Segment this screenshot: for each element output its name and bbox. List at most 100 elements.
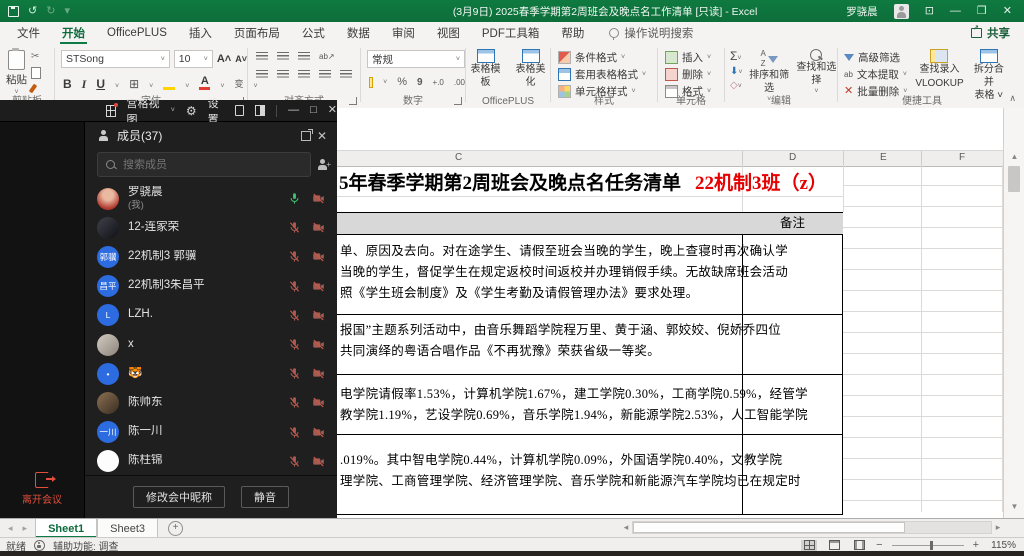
scroll-left-icon[interactable]: ◂	[620, 522, 632, 533]
ribbon-tab[interactable]: PDF工具箱	[471, 22, 551, 44]
cells-button[interactable]: 删除˅	[665, 66, 724, 83]
ribbon-tab[interactable]: 页面布局	[223, 22, 291, 44]
member-row[interactable]: 一川 陈一川	[85, 418, 337, 447]
column-header[interactable]: F	[959, 152, 965, 163]
fill-color-icon[interactable]	[163, 86, 175, 90]
member-row[interactable]: L LZH.	[85, 301, 337, 330]
page-break-view-button[interactable]	[851, 540, 867, 551]
table-body[interactable]: 单、原因及去向。对在途学生、请假至班会当晚的学生，晚上查寝时再次确认学 当晚的学…	[337, 235, 843, 515]
tell-me-search[interactable]: 操作说明搜索	[595, 25, 693, 41]
increase-indent-icon[interactable]	[340, 70, 352, 79]
vertical-scrollbar[interactable]: ▲ ▼	[1003, 108, 1024, 518]
share-button[interactable]: 共享	[971, 25, 1024, 41]
column-header[interactable]: C	[455, 152, 462, 163]
leave-meeting-button[interactable]: 离开会议	[0, 472, 84, 506]
zoom-slider-handle[interactable]	[930, 541, 933, 550]
fullscreen-icon[interactable]	[235, 105, 244, 116]
save-icon[interactable]	[8, 6, 19, 17]
mic-status-icon[interactable]	[288, 426, 301, 439]
mic-status-icon[interactable]	[288, 338, 301, 351]
ribbon-tab[interactable]: 数据	[336, 22, 381, 44]
ribbon-tab[interactable]: 视图	[426, 22, 471, 44]
camera-status-icon[interactable]	[312, 192, 325, 205]
font-color-icon[interactable]: A	[199, 75, 210, 90]
zoom-level[interactable]: 115%	[988, 540, 1016, 551]
decrease-font-icon[interactable]: A˅	[235, 55, 247, 64]
camera-status-icon[interactable]	[312, 221, 325, 234]
ribbon-tab[interactable]: 审阅	[381, 22, 426, 44]
member-row[interactable]: • 🐯	[85, 359, 337, 388]
sheet-tab[interactable]: Sheet3	[97, 519, 158, 538]
cut-icon[interactable]: ✂	[31, 52, 41, 62]
table-row[interactable]: 单、原因及去向。对在途学生、请假至班会当晚的学生，晚上查寝时再次确认学 当晚的学…	[337, 235, 843, 315]
mic-status-icon[interactable]	[288, 250, 301, 263]
next-sheet-icon[interactable]: ▸	[23, 523, 28, 534]
popout-panel-icon[interactable]	[301, 131, 311, 141]
table-row[interactable]: 报国”主题系列活动中，由音乐舞蹈学院程万里、黄于涵、郭姣姣、倪娇乔四位 共同演绎…	[337, 315, 843, 375]
italic-button[interactable]: I	[82, 78, 87, 90]
prev-sheet-icon[interactable]: ◂	[8, 523, 13, 534]
align-center-icon[interactable]	[277, 70, 289, 79]
accounting-format-icon[interactable]	[369, 77, 373, 88]
number-dialog-launcher[interactable]	[454, 97, 462, 105]
style-button[interactable]: 套用表格格式˅	[558, 66, 657, 83]
autosum-icon[interactable]: Σ˅	[730, 50, 742, 63]
percent-style-icon[interactable]: %	[397, 76, 407, 88]
close-button[interactable]: ✕	[1003, 6, 1012, 17]
clear-icon[interactable]: ◇˅	[730, 80, 742, 91]
camera-status-icon[interactable]	[312, 367, 325, 380]
align-left-icon[interactable]	[256, 70, 268, 79]
note-header-cell[interactable]: 备注	[742, 213, 843, 234]
ribbon-tab[interactable]: 开始	[51, 22, 96, 44]
align-right-icon[interactable]	[298, 70, 310, 79]
table-row[interactable]: .019%。其中智电学院0.44%，计算机学院0.09%，外国语学院0.40%，…	[337, 435, 843, 515]
mic-status-icon[interactable]	[288, 367, 301, 380]
normal-view-button[interactable]	[801, 540, 817, 551]
orientation-icon[interactable]: ab↗	[319, 53, 335, 61]
decrease-decimal-icon[interactable]: .00	[454, 78, 465, 87]
decrease-indent-icon[interactable]	[319, 70, 331, 79]
redo-icon[interactable]: ↻	[46, 6, 55, 17]
mute-button[interactable]: 静音	[241, 486, 289, 508]
column-header[interactable]: D	[789, 152, 796, 163]
layout-icon[interactable]	[255, 105, 265, 116]
collapse-ribbon-icon[interactable]: ∧	[1009, 93, 1016, 104]
customize-qat-icon[interactable]: ▾	[64, 6, 70, 17]
empty-cells-grid[interactable]	[843, 165, 1003, 512]
zoom-slider[interactable]	[892, 545, 964, 546]
officeplus-button[interactable]: 表格美化	[511, 44, 550, 89]
column-header[interactable]: E	[880, 152, 887, 163]
align-bottom-icon[interactable]	[298, 52, 310, 61]
zoom-in-button[interactable]: +	[973, 539, 979, 551]
borders-icon[interactable]: ⊞	[129, 78, 139, 90]
align-top-icon[interactable]	[256, 52, 268, 61]
vertical-scroll-thumb[interactable]	[1008, 166, 1020, 192]
increase-font-icon[interactable]: A˄	[217, 54, 231, 65]
account-avatar[interactable]	[894, 4, 909, 19]
table-row[interactable]: 电学院请假率1.53%，计算机学院1.67%，建工学院0.30%，工商学院0.5…	[337, 375, 843, 435]
ribbon-tab[interactable]: OfficePLUS	[96, 22, 178, 44]
member-search-input[interactable]	[121, 158, 302, 172]
close-panel-icon[interactable]: ✕	[317, 130, 327, 142]
ribbon-tab[interactable]: 文件	[6, 22, 51, 44]
add-member-icon[interactable]	[318, 159, 327, 170]
fill-icon[interactable]: ⬇˅	[730, 66, 742, 77]
meeting-maximize-icon[interactable]: □	[310, 105, 317, 116]
grid-view-icon[interactable]	[106, 105, 116, 117]
align-middle-icon[interactable]	[277, 52, 289, 61]
mic-status-icon[interactable]	[288, 192, 301, 205]
underline-button[interactable]: U	[96, 78, 105, 90]
camera-status-icon[interactable]	[312, 426, 325, 439]
camera-status-icon[interactable]	[312, 455, 325, 468]
mic-status-icon[interactable]	[288, 455, 301, 468]
rename-button[interactable]: 修改会中昵称	[133, 486, 225, 508]
mic-status-icon[interactable]	[288, 221, 301, 234]
font-name-combo[interactable]: STSong˅	[61, 50, 170, 68]
undo-icon[interactable]: ↺	[28, 6, 37, 17]
increase-decimal-icon[interactable]: +.0	[433, 78, 444, 87]
restore-button[interactable]: ❒	[977, 6, 987, 17]
comma-style-icon[interactable]: 9	[417, 77, 423, 88]
table-header-row[interactable]: 备注	[337, 212, 843, 235]
camera-status-icon[interactable]	[312, 338, 325, 351]
member-row[interactable]: 罗骁晨 (我)	[85, 184, 337, 213]
